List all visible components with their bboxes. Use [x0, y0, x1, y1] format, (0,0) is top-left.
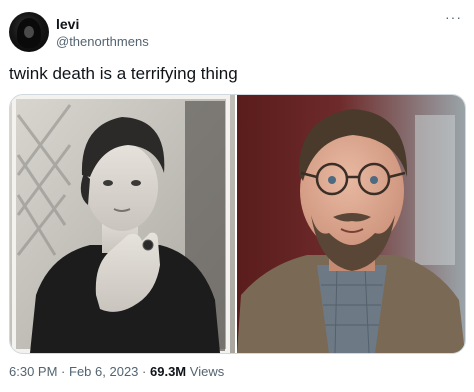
meta-separator: · — [142, 364, 147, 379]
tweet-time[interactable]: 6:30 PM — [9, 364, 57, 379]
views-count[interactable]: 69.3M — [150, 364, 186, 379]
media-grid — [9, 94, 466, 354]
avatar-face-shape — [24, 26, 34, 38]
media-photo-left[interactable] — [10, 95, 235, 353]
author-block: levi @thenorthmens — [56, 15, 149, 51]
tweet-card: levi @thenorthmens ··· twink death is a … — [0, 0, 474, 392]
avatar[interactable] — [9, 12, 49, 52]
author-display-name[interactable]: levi — [56, 15, 149, 33]
more-options-icon[interactable]: ··· — [445, 10, 462, 24]
author-handle[interactable]: @thenorthmens — [56, 33, 149, 51]
meta-separator: · — [61, 364, 66, 379]
color-still-image — [237, 95, 465, 353]
views-label[interactable]: Views — [190, 364, 224, 379]
tweet-text: twink death is a terrifying thing — [9, 64, 238, 83]
tweet-date[interactable]: Feb 6, 2023 — [69, 364, 138, 379]
tweet-meta: 6:30 PM · Feb 6, 2023 · 69.3M Views — [9, 364, 224, 380]
bw-portrait-image — [10, 95, 235, 353]
media-photo-right[interactable] — [237, 95, 465, 353]
